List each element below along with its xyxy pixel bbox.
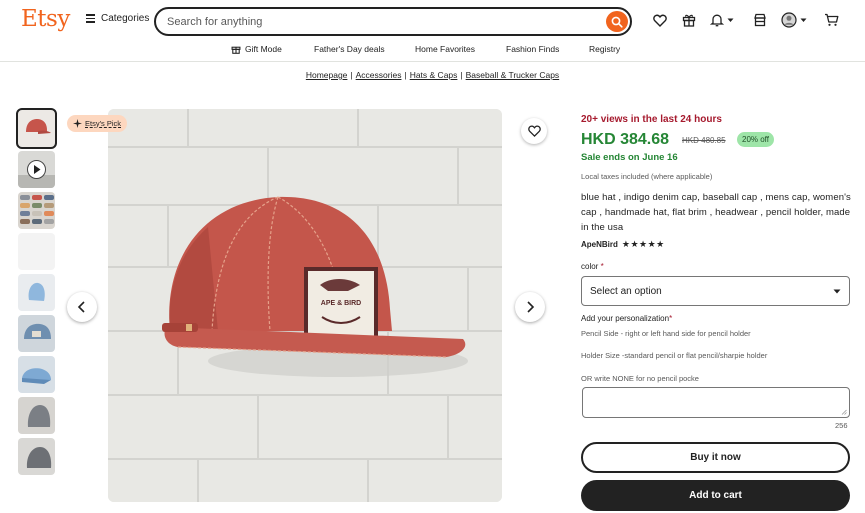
thumbnail-image[interactable] [18, 315, 55, 352]
shop-info: ApeNBird ★★★★★ [581, 239, 665, 250]
thumbnail-image[interactable] [18, 356, 55, 393]
taxes-note: Local taxes included (where applicable) [581, 172, 713, 181]
color-select[interactable]: Select an option [581, 276, 850, 306]
cart-icon [824, 13, 838, 26]
breadcrumb-link[interactable]: Baseball & Trucker Caps [466, 70, 560, 80]
hats-stack-thumbnail [20, 195, 54, 224]
breadcrumb-link[interactable]: Hats & Caps [410, 70, 458, 80]
gift-icon [682, 14, 696, 27]
product-main-image[interactable]: APE & BIRD [108, 109, 502, 502]
svg-text:APE & BIRD: APE & BIRD [321, 300, 361, 307]
notifications-button[interactable] [710, 11, 738, 29]
thumbnail-image[interactable] [18, 192, 55, 229]
gray-hat-thumbnail [27, 405, 51, 427]
account-button[interactable] [781, 11, 811, 29]
avatar-icon [781, 12, 797, 28]
rating-stars[interactable]: ★★★★★ [622, 239, 665, 250]
product-title: blue hat , indigo denim cap, baseball ca… [581, 192, 851, 233]
heart-icon [527, 125, 541, 137]
buy-now-button[interactable]: Buy it now [581, 442, 850, 473]
original-price: HKD 480.85 [682, 136, 726, 145]
play-icon [18, 160, 55, 188]
etsys-pick-badge[interactable]: Etsy's Pick [67, 115, 128, 132]
breadcrumb: Homepage | Accessories | Hats & Caps | Basebal… [305, 70, 560, 80]
thumbnail-video[interactable] [18, 151, 55, 188]
shop-button[interactable] [751, 11, 769, 29]
heart-icon [653, 14, 667, 27]
sale-end-notice: Sale ends on June 16 [581, 152, 678, 163]
chevron-down-icon [833, 289, 841, 293]
price: HKD 384.68 [581, 131, 670, 148]
nav-fathers-day[interactable]: Father's Day deals [314, 44, 385, 54]
personalization-instruction: Holder Size -standard pencil or flat pen… [581, 351, 768, 360]
search-icon [611, 16, 623, 28]
menu-icon [86, 14, 95, 23]
breadcrumb-link[interactable]: Homepage [306, 70, 348, 80]
personalization-label: Add your personalization* [581, 314, 673, 323]
gift-icon [231, 46, 241, 54]
nav-registry[interactable]: Registry [589, 44, 620, 54]
favorite-button[interactable] [521, 118, 547, 144]
blue-hat-thumbnail [28, 282, 45, 301]
next-image-button[interactable] [515, 292, 545, 322]
shop-name[interactable]: ApeNBird [581, 240, 618, 249]
resize-handle-icon[interactable] [841, 409, 847, 415]
gift-button[interactable] [680, 11, 698, 29]
personalization-instruction: Pencil Side - right or left hand side fo… [581, 329, 751, 338]
thumbnail-image[interactable] [18, 397, 55, 434]
hat-thumbnail [26, 119, 51, 134]
search-button[interactable] [606, 11, 628, 32]
required-marker: * [600, 262, 604, 271]
select-value: Select an option [590, 285, 662, 297]
search-bar [154, 7, 632, 36]
categories-label: Categories [101, 13, 150, 24]
store-icon [754, 13, 766, 27]
add-to-cart-button[interactable]: Add to cart [581, 480, 850, 511]
nav-gift-mode[interactable]: Gift Mode [231, 44, 282, 54]
red-cap-photo: APE & BIRD [108, 109, 502, 502]
breadcrumb-link[interactable]: Accessories [356, 70, 402, 80]
chevron-right-icon [527, 301, 535, 313]
personalization-instruction: OR write NONE for no pencil pocke [581, 374, 699, 383]
hat-thumbnail [24, 323, 51, 339]
thumbnail-image[interactable] [18, 274, 55, 311]
discount-badge: 20% off [737, 132, 774, 147]
nav-fashion-finds[interactable]: Fashion Finds [506, 44, 559, 54]
site-header: Etsy Categories [0, 0, 865, 40]
hat-thumbnail [22, 368, 51, 384]
character-counter: 256 [835, 421, 848, 430]
views-notice: 20+ views in the last 24 hours [581, 114, 722, 125]
search-input[interactable] [167, 14, 587, 30]
personalization-textarea[interactable] [582, 387, 850, 418]
sparkle-icon [73, 119, 82, 128]
category-nav: Gift Mode Father's Day deals Home Favori… [0, 40, 865, 62]
chevron-left-icon [77, 301, 85, 313]
badge-label: Etsy's Pick [85, 119, 122, 128]
gray-hat-thumbnail [26, 447, 52, 468]
nav-label: Gift Mode [245, 44, 282, 54]
thumbnail-image[interactable] [18, 233, 55, 270]
nav-home-favorites[interactable]: Home Favorites [415, 44, 475, 54]
thumbnail-image[interactable] [18, 438, 55, 475]
etsy-logo[interactable]: Etsy [21, 6, 70, 32]
thumbnail-image[interactable] [16, 108, 57, 149]
chevron-down-icon [800, 18, 807, 22]
categories-button[interactable]: Categories [86, 13, 149, 24]
bell-icon [710, 14, 724, 27]
cart-button[interactable] [822, 11, 840, 29]
required-marker: * [669, 314, 673, 323]
color-label: color * [581, 262, 604, 271]
favorites-button[interactable] [651, 11, 669, 29]
chevron-down-icon [727, 18, 734, 22]
previous-image-button[interactable] [67, 292, 97, 322]
